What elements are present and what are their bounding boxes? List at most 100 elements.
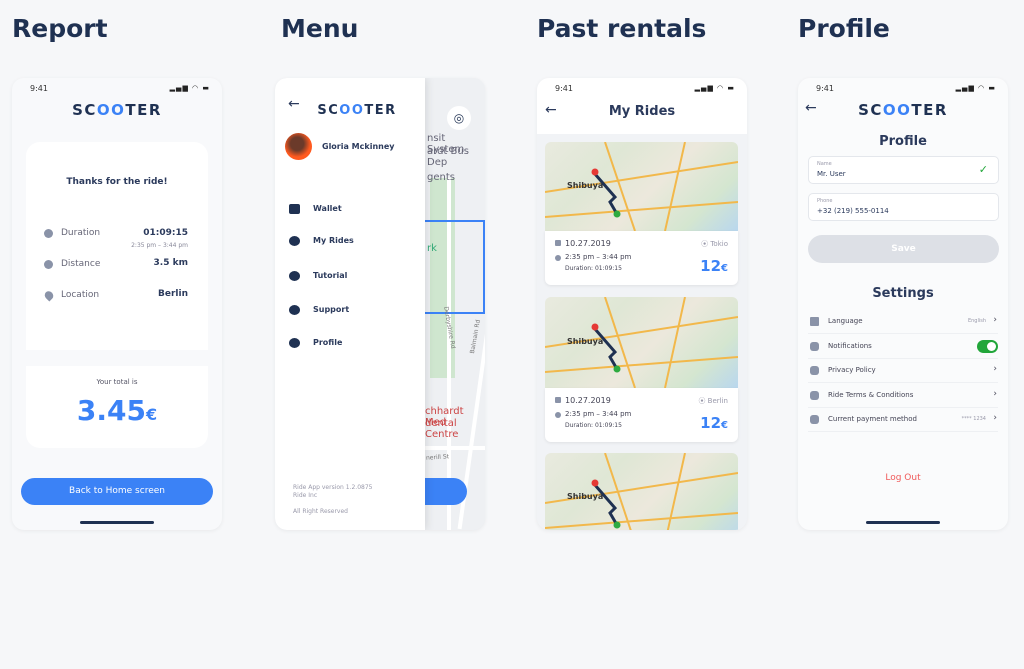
document-icon [810,390,819,400]
back-home-button[interactable]: Back to Home screen [21,478,213,505]
map-background: ◎ nsit System ardt Bus Dep gents rk Derb… [425,78,485,530]
receipt-card: Thanks for the ride! Duration 01:09:15 2… [26,142,208,350]
shield-icon [810,366,819,375]
phone-field[interactable]: Phone +32 (219) 555-0114 [808,193,999,221]
setting-row-privacy-policy[interactable]: Privacy Policy › [808,359,998,383]
distance-icon [44,260,53,269]
chevron-right-icon: › [993,315,997,325]
end-pin [613,210,621,218]
ride-date: 10.27.2019 [565,239,611,248]
status-time: 9:41 [555,84,573,93]
setting-label: Ride Terms & Conditions [828,390,914,399]
route-outline [425,220,485,314]
rides-screen: 9:41 ▂▄▆ ◠ ▬ ← My Rides Shibuya 10.27.20… [537,78,747,530]
ride-card[interactable]: 10.27.2019 ⦿ Tokio 2:35 pm – 3:44 pm Dur… [545,231,738,285]
logo: SCOOTER [72,101,162,119]
ride-city: ⦿ Tokio [701,240,728,248]
company: Ride Inc [293,492,318,499]
notifications-toggle[interactable] [977,339,998,353]
calendar-icon [555,397,561,403]
wallet-icon [810,415,819,424]
duration-value: 01:09:15 [143,228,188,238]
locate-button[interactable]: ◎ [447,106,471,130]
menu-item-label: My Rides [313,236,354,245]
status-icons: ▂▄▆ ◠ ▬ [955,84,996,92]
total-amount: 3.45€ [76,394,158,427]
menu-item-wallet[interactable]: Wallet [289,202,409,216]
map-action-button[interactable] [425,478,467,505]
setting-label: Privacy Policy [828,366,876,374]
logo: SCOOTER [317,103,397,118]
menu-item-label: Wallet [313,204,342,213]
phone-label: Phone [817,198,833,204]
wallet-icon [289,204,300,214]
menu-item-my-rides[interactable]: My Rides [289,234,409,248]
setting-label: Current payment method [828,415,917,423]
thanks-text: Thanks for the ride! [66,177,168,187]
ride-time: 2:35 pm – 3:44 pm [565,253,632,261]
end-pin [613,365,621,373]
app-version: Ride App version 1.2.0875 [293,484,373,491]
setting-row-language[interactable]: Language English › [808,310,998,334]
map-label: Shibuya [567,180,604,190]
name-field[interactable]: Name Mr. User ✓ [808,156,999,184]
location-value: Berlin [158,289,188,299]
logout-button[interactable]: Log Out [798,473,1008,483]
status-icons: ▂▄▆ ◠ ▬ [694,84,735,92]
save-button[interactable]: Save [808,235,999,263]
chevron-right-icon: › [993,388,997,399]
ride-price: 12€ [700,257,728,275]
avatar[interactable] [285,133,312,160]
menu-drawer: ← SCOOTER Gloria Mckinney Wallet My Ride… [275,78,425,530]
location-label: Location [61,290,100,300]
ride-map[interactable]: Shibuya [545,453,738,530]
map-label: ardt Bus Dep [427,146,469,168]
status-time: 9:41 [816,84,834,93]
menu-item-tutorial[interactable]: Tutorial [289,269,409,283]
ride-map[interactable]: Shibuya [545,142,738,231]
home-indicator [866,521,940,524]
setting-label: Language [828,317,863,325]
chevron-right-icon: › [993,413,997,423]
ride-city: ⦿ Berlin [698,397,728,405]
info-icon [289,271,300,281]
menu-item-label: Tutorial [313,271,348,280]
profile-screen: 9:41 ▂▄▆ ◠ ▬ ← SCOOTER Profile Name Mr. … [798,78,1008,530]
settings-title: Settings [872,286,934,301]
clock-icon [289,236,300,246]
section-title-report: Report [12,14,108,43]
chevron-right-icon: › [993,364,997,374]
clock-icon [555,255,561,261]
total-card: Your total is 3.45€ [26,366,208,448]
start-pin [591,168,599,176]
star-icon [810,317,819,326]
section-title-menu: Menu [281,14,359,43]
location-pin-icon [42,289,56,302]
setting-row-ride-terms-conditions[interactable]: Ride Terms & Conditions › [808,384,998,408]
menu-item-profile[interactable]: Profile [289,336,409,350]
ride-price: 12€ [700,414,728,432]
end-pin [613,521,621,529]
ride-map[interactable]: Shibuya [545,297,738,388]
distance-label: Distance [61,259,101,269]
setting-row-notifications[interactable]: Notifications [808,335,998,359]
clock-icon [44,229,53,238]
setting-value: English [967,318,986,324]
clock-icon [555,412,561,418]
menu-screen: ◎ nsit System ardt Bus Dep gents rk Derb… [275,78,485,530]
ride-time: 2:35 pm – 3:44 pm [565,410,632,418]
time-range: 2:35 pm – 3:44 pm [131,242,188,249]
start-pin [591,479,599,487]
page-title: Profile [879,134,927,149]
menu-item-support[interactable]: Support [289,303,409,317]
user-name: Gloria Mckinney [322,142,395,151]
map-label: gents [427,172,455,183]
route-line [593,328,619,370]
distance-value: 3.5 km [153,258,188,268]
ride-card[interactable]: 10.27.2019 ⦿ Berlin 2:35 pm – 3:44 pm Du… [545,388,738,442]
check-icon: ✓ [978,163,988,176]
status-time: 9:41 [30,84,48,93]
map-label: dental Centre [425,418,459,440]
setting-row-current-payment-method[interactable]: Current payment method **** 1234 › [808,408,998,432]
chat-icon [289,305,300,315]
